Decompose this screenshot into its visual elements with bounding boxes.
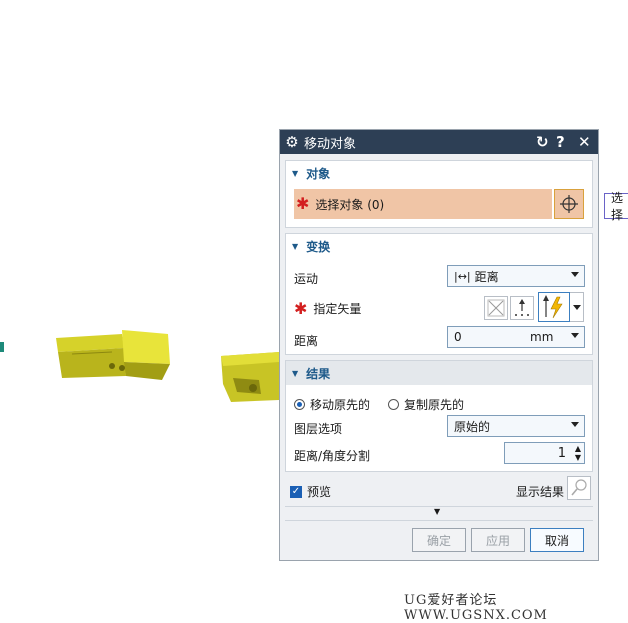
vector-label: 指定矢量 <box>313 302 362 316</box>
object-section: ▼ 对象 ✱ 选择对象 (0) <box>285 160 593 228</box>
magnifier-icon <box>571 479 587 496</box>
lightning-vector-icon <box>543 295 563 319</box>
dialog-titlebar[interactable]: ⚙ 移动对象 ↻ ? ✕ <box>280 130 598 154</box>
move-object-dialog: ⚙ 移动对象 ↻ ? ✕ ▼ 对象 ✱ 选择对象 (0) ▼ 变换 运动 |↔|… <box>279 129 599 561</box>
collapse-triangle-icon: ▼ <box>292 241 299 251</box>
tooltip-fragment: 选择 <box>604 191 628 222</box>
copy-original-radio[interactable]: 复制原先的 <box>388 396 464 413</box>
model-part-left-edge <box>0 342 4 352</box>
dialog-title: 移动对象 <box>304 136 357 152</box>
show-result-button[interactable] <box>567 476 591 500</box>
model-part-1[interactable] <box>52 326 172 384</box>
split-row: 距离/角度分割 <box>294 447 370 464</box>
motion-dropdown[interactable]: |↔| 距离 <box>447 265 585 287</box>
gear-icon: ⚙ <box>285 133 299 151</box>
split-stepper[interactable]: 1 ▲ ▼ <box>504 442 585 464</box>
vector-dialog-button[interactable] <box>484 296 508 320</box>
checkbox-checked-icon: ✓ <box>290 485 302 498</box>
split-label: 距离/角度分割 <box>294 449 371 463</box>
collapse-triangle-icon: ▼ <box>292 168 299 178</box>
motion-label: 运动 <box>294 272 319 286</box>
distance-label: 距离 <box>294 334 319 348</box>
ok-button[interactable]: 确定 <box>412 528 466 552</box>
layer-option-dropdown[interactable]: 原始的 <box>447 415 585 437</box>
reverse-direction-button[interactable] <box>510 296 534 320</box>
help-icon[interactable]: ? <box>556 133 565 151</box>
layer-option-row: 图层选项 <box>294 420 342 437</box>
layer-option-label: 图层选项 <box>294 422 343 436</box>
apply-button[interactable]: 应用 <box>471 528 525 552</box>
close-icon[interactable]: ✕ <box>578 133 591 151</box>
expand-more-icon[interactable]: ▼ <box>434 507 440 516</box>
reset-icon[interactable]: ↻ <box>536 133 549 151</box>
chevron-down-icon <box>573 305 581 310</box>
cancel-button[interactable]: 取消 <box>530 528 584 552</box>
required-star-icon: ✱ <box>296 194 310 213</box>
chevron-down-icon <box>571 333 579 338</box>
transform-section-header[interactable]: ▼ 变换 <box>286 234 592 258</box>
distance-input[interactable]: 0 mm <box>447 326 585 348</box>
distance-unit: mm <box>530 330 554 344</box>
vector-cross-icon <box>487 299 505 317</box>
chevron-down-icon <box>571 272 579 277</box>
result-section: ▼ 结果 移动原先的 复制原先的 图层选项 原始的 距离/角度分割 1 ▲ ▼ <box>285 360 593 472</box>
reverse-direction-icon <box>515 299 529 316</box>
select-object-label: 选择对象 (0) <box>315 197 385 212</box>
show-result-label: 显示结果 <box>516 485 565 499</box>
crosshair-icon <box>560 195 578 213</box>
radio-selected-icon <box>294 399 305 410</box>
motion-row: 运动 <box>294 270 318 287</box>
transform-section: ▼ 变换 运动 |↔| 距离 ✱ 指定矢量 距离 0 mm <box>285 233 593 355</box>
chevron-down-icon <box>571 422 579 427</box>
object-section-header[interactable]: ▼ 对象 <box>286 161 592 185</box>
distance-row: 距离 <box>294 332 318 349</box>
stepper-arrows-icon[interactable]: ▲ ▼ <box>575 444 581 462</box>
inferred-vector-button[interactable] <box>538 292 570 322</box>
model-part-2[interactable] <box>219 348 281 406</box>
radio-unselected-icon <box>388 399 399 410</box>
move-original-radio[interactable]: 移动原先的 <box>294 396 370 413</box>
crosshair-select-button[interactable] <box>554 189 584 219</box>
divider <box>285 520 593 521</box>
watermark: UG爱好者论坛 WWW.UGSNX.COM <box>404 593 548 623</box>
select-object-field[interactable]: ✱ 选择对象 (0) <box>294 189 552 219</box>
result-section-header[interactable]: ▼ 结果 <box>286 361 592 385</box>
preview-checkbox[interactable]: ✓ 预览 <box>290 483 331 500</box>
vector-dropdown-button[interactable] <box>570 292 584 322</box>
required-star-icon: ✱ <box>294 298 308 318</box>
vector-row: ✱ 指定矢量 <box>294 300 361 317</box>
distance-arrow-icon: |↔| <box>454 269 471 283</box>
collapse-triangle-icon: ▼ <box>292 368 299 378</box>
